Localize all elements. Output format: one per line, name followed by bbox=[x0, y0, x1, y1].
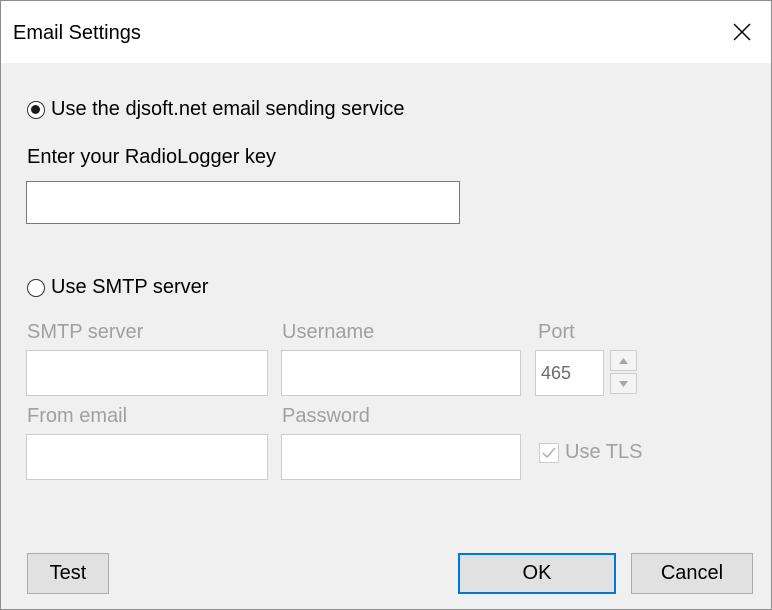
window-title: Email Settings bbox=[13, 22, 141, 44]
port-value: 465 bbox=[541, 362, 572, 383]
password-label: Password bbox=[282, 405, 370, 427]
from-email-input[interactable] bbox=[27, 435, 267, 479]
port-field[interactable]: 465 bbox=[535, 350, 604, 396]
close-button[interactable] bbox=[713, 1, 771, 63]
username-field[interactable] bbox=[281, 350, 521, 396]
djsoft-service-label: Use the djsoft.net email sending service bbox=[51, 98, 405, 120]
use-tls-option[interactable]: Use TLS bbox=[539, 441, 642, 464]
cancel-button[interactable]: Cancel bbox=[631, 553, 753, 594]
smtp-server-input[interactable] bbox=[27, 351, 267, 395]
title-bar: Email Settings bbox=[1, 1, 771, 63]
port-label: Port bbox=[538, 321, 575, 343]
chevron-up-icon bbox=[619, 357, 628, 364]
use-tls-label: Use TLS bbox=[565, 441, 643, 463]
port-increment-button[interactable] bbox=[610, 350, 637, 371]
password-input[interactable] bbox=[282, 435, 520, 479]
djsoft-service-radio[interactable] bbox=[27, 100, 45, 119]
username-input[interactable] bbox=[282, 351, 520, 395]
smtp-server-option[interactable]: Use SMTP server bbox=[27, 276, 208, 299]
smtp-server-option-label: Use SMTP server bbox=[51, 276, 209, 298]
smtp-server-field[interactable] bbox=[26, 350, 268, 396]
email-settings-dialog: Email Settings Use the djsoft.net email … bbox=[0, 0, 772, 610]
port-decrement-button[interactable] bbox=[610, 373, 637, 394]
use-tls-checkbox[interactable] bbox=[539, 442, 559, 463]
username-label: Username bbox=[282, 321, 375, 343]
radiologger-key-label: Enter your RadioLogger key bbox=[27, 146, 277, 168]
close-icon bbox=[733, 23, 751, 41]
password-field[interactable] bbox=[281, 434, 521, 480]
djsoft-service-option[interactable]: Use the djsoft.net email sending service bbox=[27, 98, 405, 121]
smtp-server-label: SMTP server bbox=[27, 321, 144, 343]
chevron-down-icon bbox=[619, 380, 628, 387]
radiologger-key-field[interactable] bbox=[26, 181, 460, 224]
from-email-label: From email bbox=[27, 405, 128, 427]
smtp-server-radio[interactable] bbox=[27, 278, 45, 297]
checkmark-icon bbox=[542, 447, 556, 458]
from-email-field[interactable] bbox=[26, 434, 268, 480]
test-button[interactable]: Test bbox=[27, 553, 109, 594]
ok-button[interactable]: OK bbox=[458, 553, 616, 594]
radiologger-key-input[interactable] bbox=[27, 182, 459, 223]
port-stepper[interactable] bbox=[610, 350, 637, 395]
